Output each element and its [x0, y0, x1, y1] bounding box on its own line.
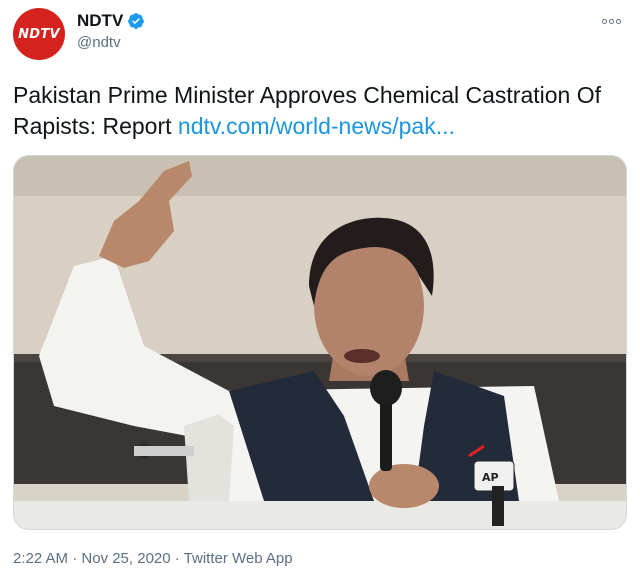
tweet-timestamp[interactable]: 2:22 AM · Nov 25, 2020 · Twitter Web App: [13, 550, 293, 567]
tweet-link[interactable]: ndtv.com/world-news/pak...: [178, 113, 455, 139]
tweet-photo[interactable]: AP: [13, 155, 627, 530]
avatar[interactable]: NDTV: [13, 8, 65, 60]
tweet-text: Pakistan Prime Minister Approves Chemica…: [13, 80, 628, 142]
photo-illustration: AP: [14, 156, 626, 529]
display-name[interactable]: NDTV: [77, 11, 123, 31]
avatar-logo-text: NDTV: [18, 26, 60, 42]
verified-badge-icon: [128, 13, 145, 29]
account-handle[interactable]: @ndtv: [77, 34, 121, 51]
author-name-row[interactable]: NDTV: [77, 11, 145, 31]
mic-label: AP: [482, 471, 499, 484]
more-options-icon[interactable]: [602, 16, 624, 26]
tweet-card[interactable]: NDTV NDTV @ndtv Pakistan Prime Minister …: [0, 0, 640, 578]
